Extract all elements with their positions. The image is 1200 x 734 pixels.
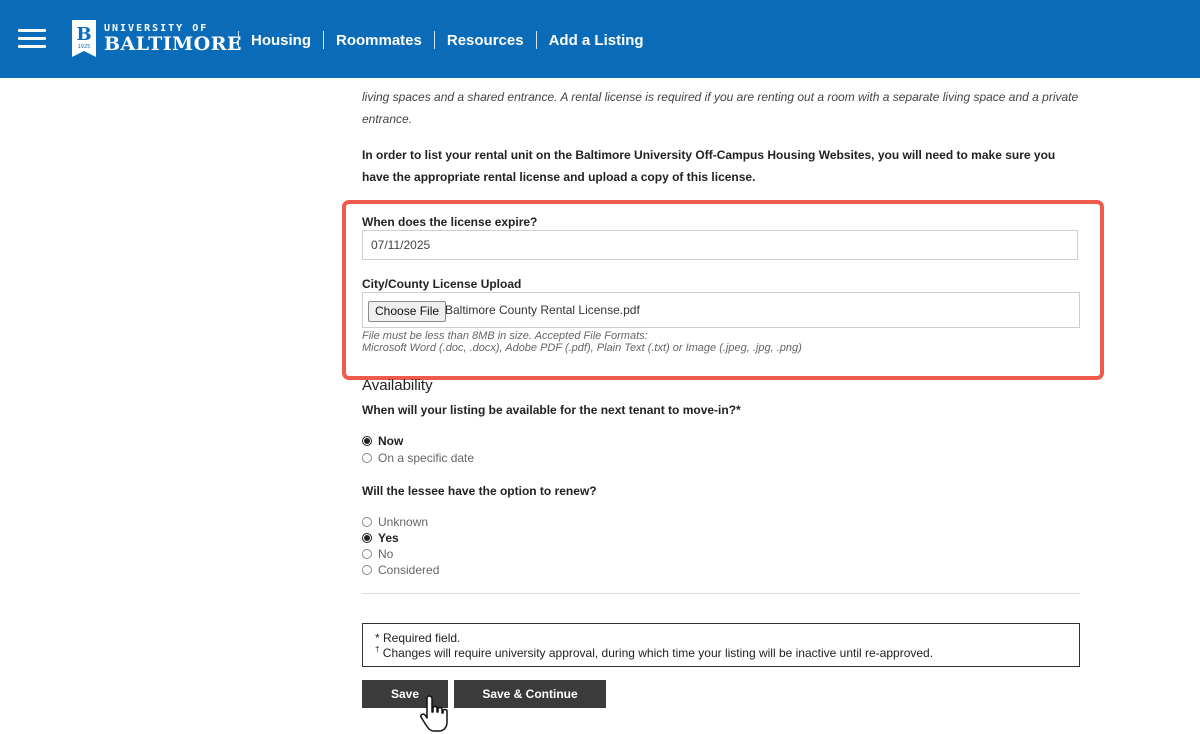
availability-heading: Availability bbox=[362, 377, 433, 394]
save-continue-button[interactable]: Save & Continue bbox=[454, 680, 606, 708]
intro-bold-text: In order to list your rental unit on the… bbox=[362, 148, 1056, 184]
hand-pointer-icon bbox=[420, 695, 448, 732]
radio-label: No bbox=[378, 547, 394, 561]
required-notes-box: * Required field. † Changes will require… bbox=[362, 623, 1080, 667]
radio-label: Unknown bbox=[378, 515, 429, 529]
university-logo-text[interactable]: UNIVERSITY OF BALTIMORE bbox=[104, 23, 242, 54]
upload-help-line-2: Microsoft Word (.doc, .docx), Adobe PDF … bbox=[362, 342, 802, 354]
radio-option-specific-date[interactable]: On a specific date bbox=[362, 451, 474, 465]
radio-option-no[interactable]: No bbox=[362, 547, 393, 561]
radio-option-now[interactable]: Now bbox=[362, 434, 403, 448]
nav-divider bbox=[238, 31, 239, 49]
radio-option-unknown[interactable]: Unknown bbox=[362, 515, 428, 529]
radio-unchecked-icon[interactable] bbox=[362, 453, 372, 463]
choose-file-button[interactable]: Choose File bbox=[368, 301, 447, 322]
intro-italic-text: living spaces and a shared entrance. A r… bbox=[362, 90, 1079, 126]
selected-file-name: Baltimore County Rental License.pdf bbox=[445, 303, 640, 317]
svg-text:B: B bbox=[76, 24, 91, 45]
radio-option-yes[interactable]: Yes bbox=[362, 531, 399, 545]
main-nav: Housing Roommates Resources Add a Listin… bbox=[238, 31, 644, 49]
radio-unchecked-icon[interactable] bbox=[362, 549, 372, 559]
expire-date-label: When does the license expire? bbox=[362, 215, 538, 229]
radio-label: Yes bbox=[378, 531, 399, 545]
renew-question: Will the lessee have the option to renew… bbox=[362, 484, 597, 498]
radio-label: On a specific date bbox=[378, 451, 475, 465]
logo-big-text: BALTIMORE bbox=[104, 33, 242, 55]
approval-note-text: Changes will require university approval… bbox=[379, 646, 934, 660]
availability-question: When will your listing be available for … bbox=[362, 403, 741, 417]
license-upload-label: City/County License Upload bbox=[362, 277, 522, 291]
approval-note: † Changes will require university approv… bbox=[375, 644, 1067, 659]
nav-divider bbox=[323, 31, 324, 49]
top-nav-bar: B 1925 UNIVERSITY OF BALTIMORE Housing R… bbox=[0, 0, 1200, 78]
university-logo-icon[interactable]: B 1925 bbox=[72, 20, 96, 57]
radio-label: Now bbox=[378, 434, 404, 448]
radio-label: Considered bbox=[378, 563, 440, 577]
nav-divider bbox=[535, 31, 537, 49]
radio-checked-icon[interactable] bbox=[362, 436, 372, 446]
nav-add-listing[interactable]: Add a Listing bbox=[549, 32, 644, 49]
license-upload-field: Choose File Baltimore County Rental Lice… bbox=[362, 292, 1080, 328]
menu-icon[interactable] bbox=[18, 29, 46, 49]
radio-unchecked-icon[interactable] bbox=[362, 517, 372, 527]
nav-divider bbox=[433, 31, 435, 49]
upload-help-line-1: File must be less than 8MB in size. Acce… bbox=[362, 330, 648, 342]
nav-roommates[interactable]: Roommates bbox=[336, 32, 422, 49]
radio-option-considered[interactable]: Considered bbox=[362, 563, 439, 577]
nav-resources[interactable]: Resources bbox=[447, 32, 524, 49]
expire-date-input[interactable] bbox=[362, 230, 1078, 260]
section-divider bbox=[362, 593, 1080, 594]
upload-help-text: File must be less than 8MB in size. Acce… bbox=[362, 330, 802, 354]
nav-housing[interactable]: Housing bbox=[251, 32, 311, 49]
svg-text:1925: 1925 bbox=[78, 44, 91, 50]
radio-checked-icon[interactable] bbox=[362, 533, 372, 543]
required-field-note: * Required field. bbox=[375, 631, 461, 645]
radio-unchecked-icon[interactable] bbox=[362, 565, 372, 575]
